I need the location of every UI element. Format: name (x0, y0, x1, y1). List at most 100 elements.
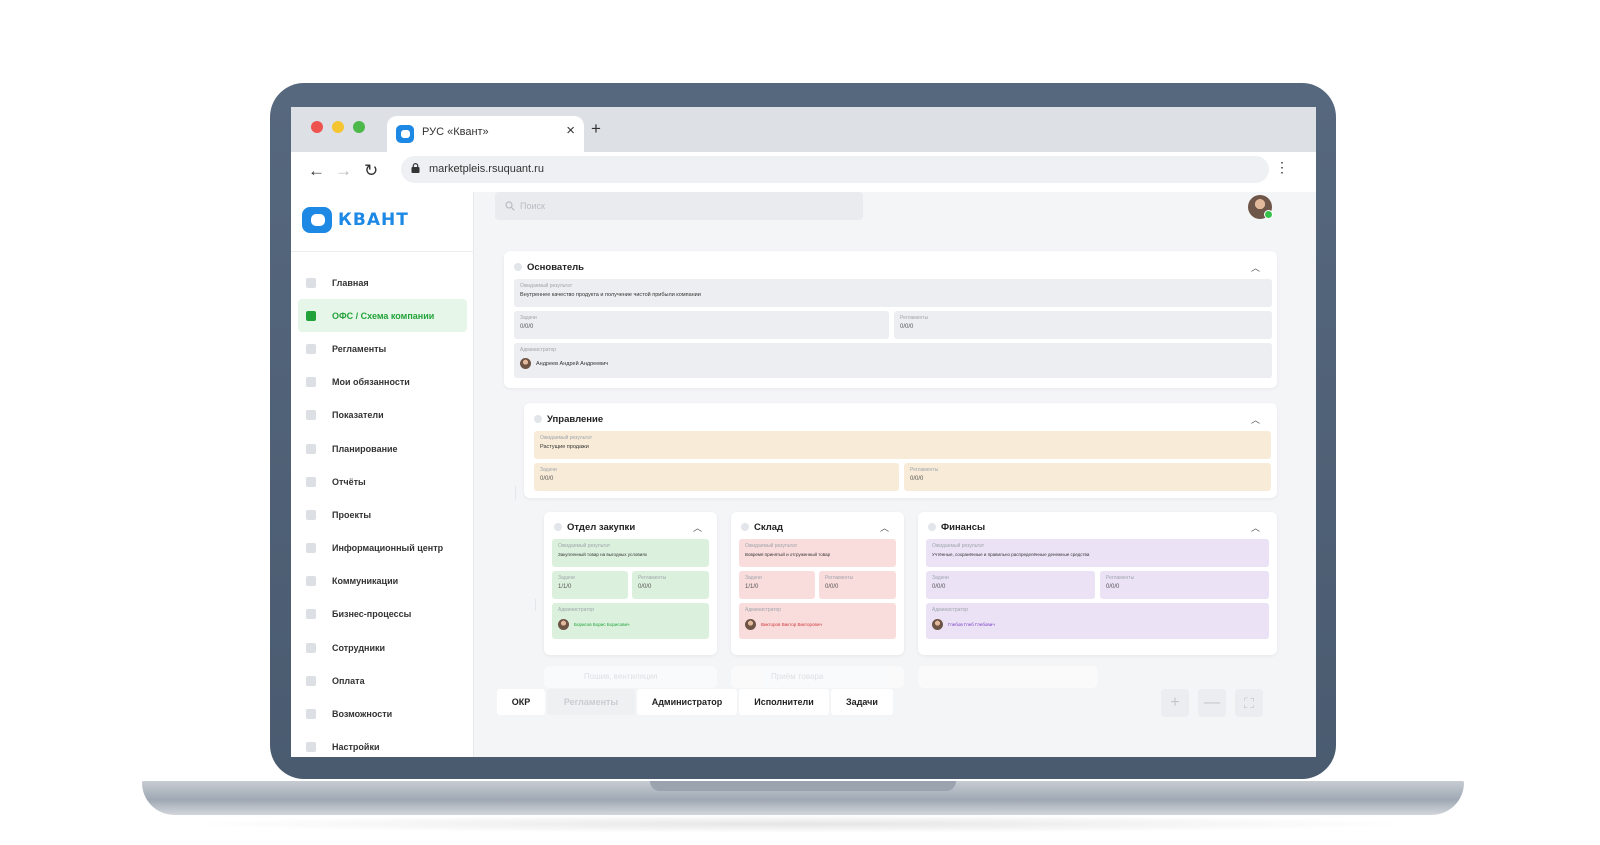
browser-menu-icon[interactable]: ⋮ (1275, 160, 1289, 174)
window-close-dot[interactable] (311, 121, 323, 133)
chevron-up-icon[interactable]: ︿ (1251, 261, 1260, 274)
org-card-founder[interactable]: Основатель ︿ Ожидаемый результат Внутрен… (504, 251, 1277, 388)
card-title: Приём товара (771, 672, 824, 681)
logo-mark-icon (302, 207, 332, 233)
regulations-block[interactable]: Регламенты 0/0/0 (632, 571, 709, 599)
mode-button-okr[interactable]: ОКР (497, 689, 545, 715)
org-card-collapsed[interactable] (918, 666, 1098, 688)
window-maximize-dot[interactable] (353, 121, 365, 133)
forward-button[interactable]: → (335, 162, 352, 179)
tasks-label: Задачи (745, 575, 762, 581)
sidebar-item-home[interactable]: Главная (298, 266, 467, 299)
regulations-value: 0/0/0 (900, 324, 914, 330)
regulations-block[interactable]: Регламенты 0/0/0 (894, 311, 1272, 339)
sidebar-item-communications[interactable]: Коммуникации (298, 565, 467, 598)
user-avatar[interactable] (1248, 195, 1273, 219)
sidebar-item-payment[interactable]: Оплата (298, 664, 467, 697)
new-tab-button[interactable]: + (591, 120, 601, 137)
sidebar-item-label: Настройки (332, 742, 380, 753)
back-button[interactable]: ← (308, 162, 325, 179)
chevron-up-icon[interactable]: ︿ (693, 521, 702, 534)
administrator-name: Глебов Глеб Глебович (948, 622, 995, 627)
expected-result: Ожидаемый результат Учтённые, сохранённы… (926, 539, 1269, 567)
fullscreen-button[interactable]: ⛶ (1235, 689, 1263, 717)
administrator-name: Андреев Андрей Андреевич (536, 361, 609, 367)
duties-icon (306, 377, 316, 388)
administrator-label: Администратор (745, 607, 782, 613)
zoom-out-button[interactable]: — (1198, 689, 1226, 717)
org-card-management[interactable]: Управление ︿ Ожидаемый результат Растущи… (524, 403, 1277, 498)
regulations-block[interactable]: Регламенты 0/0/0 (904, 463, 1271, 491)
regulations-label: Регламенты (825, 575, 854, 581)
chat-icon (306, 576, 316, 587)
sidebar-item-employees[interactable]: Сотрудники (298, 631, 467, 664)
search-input[interactable]: Поиск (495, 192, 863, 220)
browser-tab[interactable]: РУС «Квант» × (387, 116, 584, 152)
window-minimize-dot[interactable] (332, 121, 344, 133)
administrator-block[interactable]: Администратор Андреев Андрей Андреевич (514, 343, 1272, 378)
chevron-up-icon[interactable]: ︿ (1251, 413, 1260, 426)
org-card-collapsed[interactable]: Пошив, вентиляция (544, 666, 717, 688)
reports-icon (306, 476, 316, 487)
sidebar-item-label: Оплата (332, 675, 365, 686)
mode-button-administrator[interactable]: Администратор (637, 689, 737, 715)
zoom-in-button[interactable]: + (1161, 689, 1189, 717)
sidebar-item-company-structure[interactable]: ОФС / Схема компании (298, 299, 467, 333)
projects-icon (306, 509, 316, 520)
mode-button-tasks[interactable]: Задачи (831, 689, 893, 715)
sidebar-item-metrics[interactable]: Показатели (298, 399, 467, 432)
chevron-up-icon[interactable]: ︿ (1251, 521, 1260, 534)
tasks-block[interactable]: Задачи 0/0/0 (534, 463, 899, 491)
administrator-block[interactable]: Администратор Глебов Глеб Глебович (926, 603, 1269, 639)
reload-button[interactable]: ↻ (364, 162, 378, 179)
card-title: Склад (754, 522, 784, 533)
sidebar-item-business-processes[interactable]: Бизнес-процессы (298, 598, 467, 631)
avatar (520, 358, 531, 369)
org-card-warehouse[interactable]: Склад ︿ Ожидаемый результат Вовремя прин… (731, 512, 904, 655)
sidebar-item-planning[interactable]: Планирование (298, 432, 467, 465)
mode-button-regulations[interactable]: Регламенты (547, 689, 635, 715)
sidebar-item-projects[interactable]: Проекты (298, 498, 467, 531)
url-field[interactable]: marketpleis.rsuquant.ru (401, 156, 1269, 183)
sidebar-item-label: Бизнес-процессы (332, 609, 412, 620)
sidebar-item-info-center[interactable]: Информационный центр (298, 532, 467, 565)
laptop-base-notch (650, 781, 956, 791)
org-card-purchasing[interactable]: Отдел закупки ︿ Ожидаемый результат Заку… (544, 512, 717, 655)
tasks-block[interactable]: Задачи 1/1/0 (552, 571, 628, 599)
tasks-value: 0/0/0 (540, 476, 554, 482)
browser-addressbar: ← → ↻ marketpleis.rsuquant.ru ⋮ (291, 152, 1316, 192)
app: КВАНТ Главная ОФС / Схема компании Регла… (291, 192, 1316, 757)
card-status-dot (534, 415, 542, 423)
sidebar-item-label: Коммуникации (332, 576, 399, 587)
tasks-block[interactable]: Задачи 0/0/0 (926, 571, 1095, 599)
sidebar-item-reports[interactable]: Отчёты (298, 465, 467, 498)
sidebar-item-regulations[interactable]: Регламенты (298, 332, 467, 365)
administrator-block[interactable]: Администратор Викторов Виктор Викторович (739, 603, 896, 639)
regulations-block[interactable]: Регламенты 0/0/0 (1100, 571, 1269, 599)
regulations-block[interactable]: Регламенты 0/0/0 (819, 571, 896, 599)
sidebar-item-label: Мои обязанности (332, 377, 410, 388)
chevron-up-icon[interactable]: ︿ (880, 521, 889, 534)
tab-close-icon[interactable]: × (566, 123, 575, 138)
sidebar-item-duties[interactable]: Мои обязанности (298, 366, 467, 399)
regulations-label: Регламенты (1106, 575, 1135, 581)
expected-result: Ожидаемый результат Растущие продажи (534, 431, 1271, 459)
tasks-value: 1/1/0 (745, 584, 759, 590)
sidebar-item-label: Информационный центр (332, 543, 444, 554)
result-text: Закупленный товар на выгодных условиях (558, 552, 648, 557)
tasks-block[interactable]: Задачи 0/0/0 (514, 311, 889, 339)
tasks-value: 1/1/0 (558, 584, 572, 590)
card-title: Отдел закупки (567, 522, 636, 533)
tasks-block[interactable]: Задачи 1/1/0 (739, 571, 815, 599)
org-card-finance[interactable]: Финансы ︿ Ожидаемый результат Учтённые, … (918, 512, 1277, 655)
mode-button-executors[interactable]: Исполнители (739, 689, 829, 715)
process-icon (306, 609, 316, 620)
regulations-label: Регламенты (910, 467, 939, 473)
people-icon (306, 642, 316, 653)
card-status-dot (514, 263, 522, 271)
sidebar-item-settings[interactable]: Настройки (298, 731, 467, 757)
administrator-block[interactable]: Администратор Борисов Борис Борисович (552, 603, 709, 639)
sidebar-item-opportunities[interactable]: Возможности (298, 697, 467, 730)
sidebar-item-label: Показатели (332, 410, 384, 421)
org-card-collapsed[interactable]: Приём товара (731, 666, 904, 688)
